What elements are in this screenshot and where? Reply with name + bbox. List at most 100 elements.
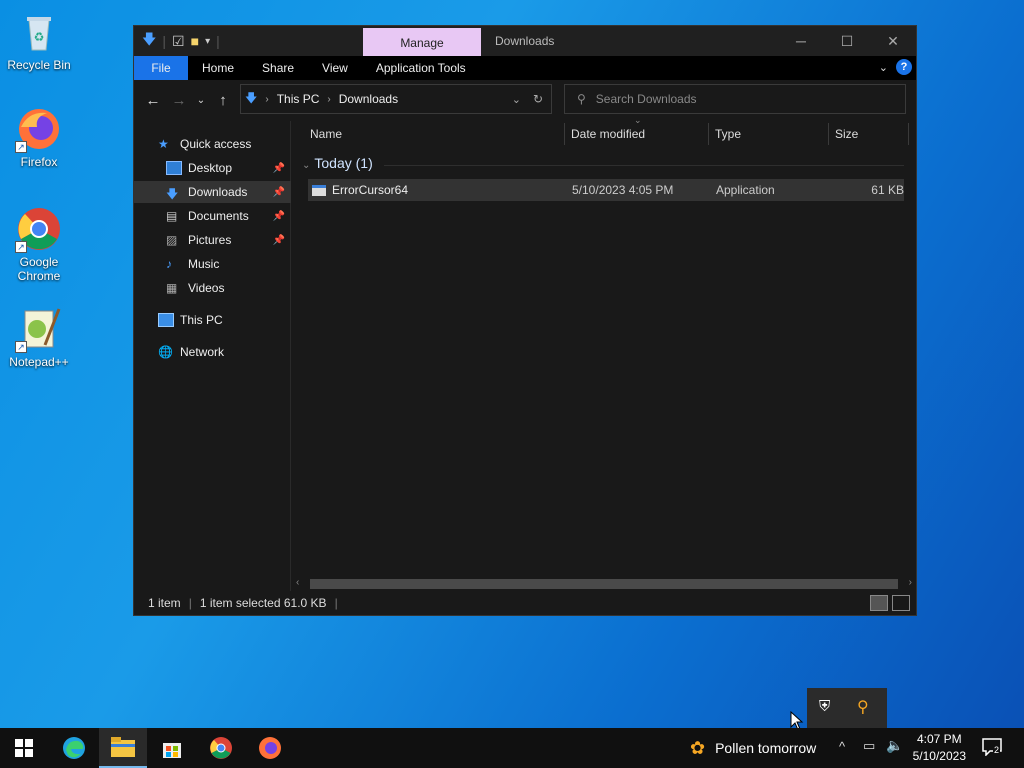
nav-quick-access[interactable]: ★ Quick access xyxy=(134,133,291,155)
file-explorer-taskbar-icon[interactable] xyxy=(99,728,147,768)
breadcrumb-this-pc[interactable]: This PC xyxy=(277,92,320,106)
nav-desktop[interactable]: Desktop 📌 xyxy=(134,157,291,179)
desktop-folder-icon xyxy=(166,161,182,175)
chevron-right-icon: › xyxy=(327,93,331,105)
download-arrow-icon: 🡇 xyxy=(142,31,157,47)
tab-application-tools[interactable]: Application Tools xyxy=(362,56,480,80)
scroll-right-icon[interactable]: › xyxy=(909,577,912,588)
videos-folder-icon: ▦ xyxy=(166,281,178,295)
forward-icon[interactable]: → xyxy=(166,92,192,109)
file-type: Application xyxy=(716,183,775,197)
address-bar[interactable]: 🡇 › This PC › Downloads ⌄ ↻ xyxy=(240,84,552,114)
search-icon: ⚲ xyxy=(577,92,586,106)
tab-manage[interactable]: Manage xyxy=(363,28,481,56)
desktop-icon-label: Recycle Bin xyxy=(7,58,71,72)
star-icon: ★ xyxy=(158,137,169,151)
window-title: Downloads xyxy=(495,34,555,48)
pin-icon: 📌 xyxy=(272,210,285,222)
nav-documents[interactable]: ▤ Documents 📌 xyxy=(134,205,291,227)
tab-share[interactable]: Share xyxy=(248,56,308,80)
details-view-icon[interactable] xyxy=(870,595,888,611)
desktop-icon-notepad-plus-plus[interactable]: ↗ Notepad++ xyxy=(4,305,74,369)
minimize-button[interactable]: ─ xyxy=(778,26,824,56)
status-bar: 1 item | 1 item selected 61.0 KB | xyxy=(134,591,916,615)
magnifier-icon[interactable]: ⚲ xyxy=(857,697,869,717)
nav-label: Quick access xyxy=(180,137,252,151)
firefox-icon: ↗ xyxy=(15,105,63,153)
status-selection: 1 item selected 61.0 KB xyxy=(199,596,327,610)
sort-indicator-icon: ⌄ xyxy=(634,115,642,125)
nav-label: Pictures xyxy=(188,233,232,247)
clock-time: 4:07 PM xyxy=(916,732,962,746)
horizontal-scrollbar[interactable]: ‹ › xyxy=(292,577,916,591)
navigation-bar: ← → ⌄ ↑ 🡇 › This PC › Downloads ⌄ ↻ ⚲ Se… xyxy=(134,80,916,121)
pin-icon: 📌 xyxy=(272,162,285,174)
desktop-icon-firefox[interactable]: ↗ Firefox xyxy=(4,105,74,169)
firefox-taskbar-icon[interactable] xyxy=(246,728,294,768)
nav-pictures[interactable]: ▨ Pictures 📌 xyxy=(134,229,291,251)
tab-file[interactable]: File xyxy=(134,56,188,80)
chrome-icon: ↗ xyxy=(15,205,63,253)
weather-text: Pollen tomorrow xyxy=(715,740,817,756)
new-folder-icon[interactable]: ■ xyxy=(191,33,199,49)
expand-ribbon-icon[interactable]: ⌄ xyxy=(879,61,888,74)
title-bar[interactable]: 🡇 | ☑ ■ ▾ | Manage Downloads ─ ☐ ✕ xyxy=(134,26,916,56)
computer-icon xyxy=(158,313,174,327)
nav-label: Videos xyxy=(188,281,225,295)
column-header-type[interactable]: Type xyxy=(715,121,741,147)
customize-qat-icon[interactable]: ▾ xyxy=(205,36,210,47)
refresh-icon[interactable]: ↻ xyxy=(533,92,543,106)
search-input[interactable]: Search Downloads xyxy=(596,92,697,106)
desktop-icon-recycle-bin[interactable]: ♻ Recycle Bin xyxy=(4,8,74,72)
maximize-button[interactable]: ☐ xyxy=(824,26,870,56)
chevron-down-icon: ⌄ xyxy=(302,160,311,171)
documents-folder-icon: ▤ xyxy=(166,209,178,223)
large-icons-view-icon[interactable] xyxy=(892,595,910,611)
nav-label: Network xyxy=(180,345,225,359)
quick-access-toolbar: 🡇 | ☑ ■ ▾ | xyxy=(134,26,220,56)
volume-icon[interactable]: 🔈 xyxy=(886,737,903,754)
help-button[interactable]: ? xyxy=(896,59,912,75)
edge-taskbar-icon[interactable] xyxy=(50,728,98,768)
close-button[interactable]: ✕ xyxy=(870,26,916,56)
address-dropdown-icon[interactable]: ⌄ xyxy=(512,93,521,106)
start-button[interactable] xyxy=(0,728,48,768)
column-header-name[interactable]: Name xyxy=(310,121,342,147)
show-hidden-icons-icon[interactable]: ^ xyxy=(839,739,845,754)
tab-home[interactable]: Home xyxy=(188,56,248,80)
nav-videos[interactable]: ▦ Videos xyxy=(134,277,291,299)
search-box[interactable]: ⚲ Search Downloads xyxy=(564,84,906,114)
group-label: Today (1) xyxy=(314,155,373,171)
system-clock[interactable]: 4:07 PM 5/10/2023 xyxy=(913,731,966,765)
ribbon-tabs: File Home Share View Application Tools ⌄… xyxy=(134,56,916,80)
action-center-button[interactable]: 2 xyxy=(982,738,1004,758)
column-header-size[interactable]: Size xyxy=(835,121,858,147)
nav-this-pc[interactable]: This PC xyxy=(134,309,291,331)
back-icon[interactable]: ← xyxy=(140,92,166,109)
music-folder-icon: ♪ xyxy=(166,257,172,271)
scroll-left-icon[interactable]: ‹ xyxy=(296,577,299,588)
weather-widget[interactable]: ✿ Pollen tomorrow xyxy=(690,728,816,768)
store-taskbar-icon[interactable] xyxy=(148,728,196,768)
nav-downloads[interactable]: 🡇 Downloads 📌 xyxy=(134,181,291,203)
navigation-pane: ★ Quick access Desktop 📌 🡇 Downloads 📌 ▤… xyxy=(134,121,291,591)
tray-overflow-popup: ⛨ ⚲ xyxy=(807,688,887,728)
group-header[interactable]: ⌄ Today (1) xyxy=(302,155,373,171)
scrollbar-thumb[interactable] xyxy=(310,579,898,589)
nav-label: Desktop xyxy=(188,161,233,175)
recent-locations-icon[interactable]: ⌄ xyxy=(192,95,210,106)
tab-view[interactable]: View xyxy=(308,56,362,80)
network-tray-icon[interactable]: ▭ xyxy=(863,738,875,754)
up-icon[interactable]: ↑ xyxy=(210,92,236,109)
properties-icon[interactable]: ☑ xyxy=(172,33,185,50)
security-shield-icon[interactable]: ⛨ xyxy=(819,698,830,715)
nav-network[interactable]: 🌐 Network xyxy=(134,341,291,363)
chrome-taskbar-icon[interactable] xyxy=(197,728,245,768)
recycle-bin-icon: ♻ xyxy=(15,8,63,56)
breadcrumb-downloads[interactable]: Downloads xyxy=(339,92,398,106)
file-list: Name Date modified ⌄ Type Size ⌄ Today (1… xyxy=(292,115,916,591)
nav-music[interactable]: ♪ Music xyxy=(134,253,291,275)
table-row[interactable]: ErrorCursor64 5/10/2023 4:05 PM Applicat… xyxy=(308,179,904,201)
desktop-icon-google-chrome[interactable]: ↗ Google Chrome xyxy=(4,205,74,283)
downloads-location-icon: 🡇 xyxy=(245,90,258,105)
